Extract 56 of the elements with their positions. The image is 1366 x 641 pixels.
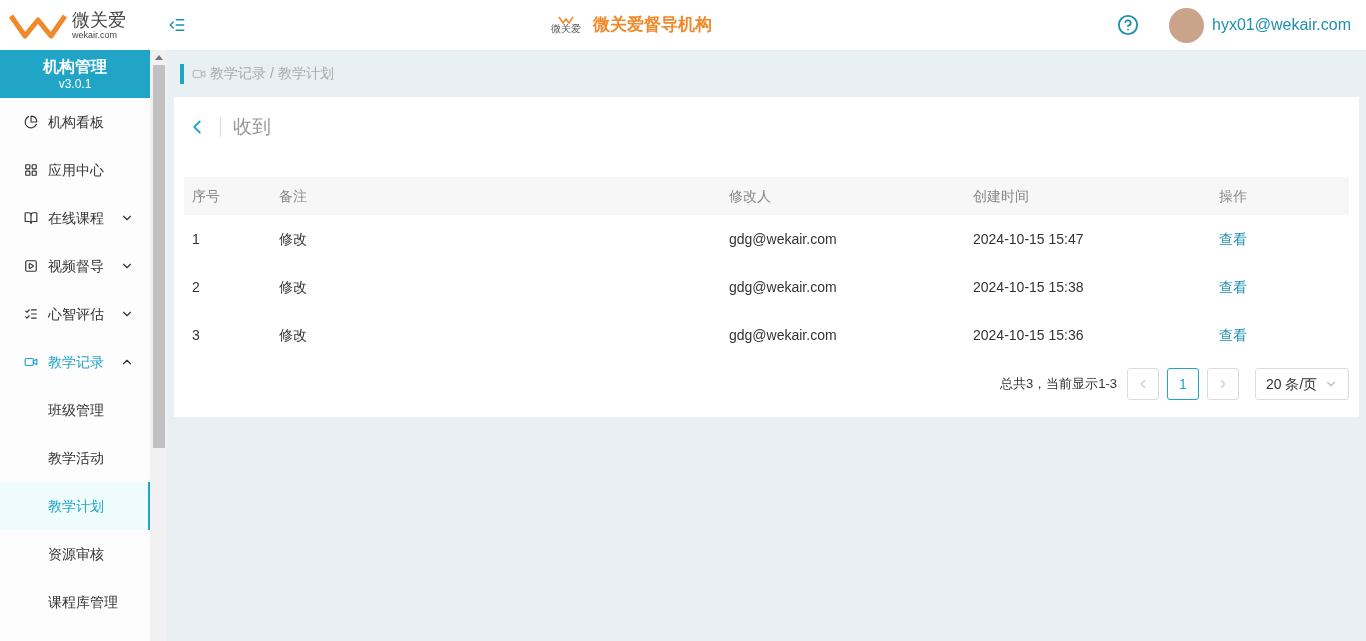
- sidebar-item[interactable]: 应用中心: [0, 146, 150, 194]
- table-cell-text: 1: [192, 229, 201, 249]
- table-cell-text: gdg@wekair.com: [729, 277, 838, 297]
- help-button[interactable]: [1117, 14, 1140, 36]
- grid-icon: [24, 163, 38, 177]
- video-camera-icon: [24, 355, 38, 369]
- scroll-up-icon[interactable]: [154, 55, 163, 60]
- breadcrumb: 教学记录 / 教学计划: [210, 64, 334, 83]
- app-title: 微关爱督导机构: [593, 14, 712, 37]
- pagination-summary: 总共3，当前显示1-3: [999, 375, 1117, 394]
- sidebar-title: 机构管理: [43, 56, 107, 77]
- brand-small-text: 微关爱: [551, 24, 581, 34]
- column-header: 创建时间: [973, 186, 1030, 206]
- avatar[interactable]: [1169, 7, 1205, 43]
- breadcrumb-marker: [180, 63, 184, 84]
- menu-collapse-button[interactable]: [168, 16, 186, 34]
- column-header: 修改人: [729, 186, 772, 206]
- book-icon: [24, 211, 38, 225]
- table-cell-text: gdg@wekair.com: [729, 229, 838, 249]
- table-cell-text: 2024-10-15 15:47: [973, 229, 1085, 249]
- page-size-select[interactable]: 20 条/页: [1255, 368, 1349, 400]
- list-icon: [24, 307, 38, 321]
- sidebar-item[interactable]: 机构看板: [0, 98, 150, 146]
- table-cell-text: 修改: [279, 325, 308, 345]
- sidebar-item[interactable]: 心智评估: [0, 290, 150, 338]
- view-link[interactable]: 查看: [1219, 324, 1341, 346]
- sidebar-subitem[interactable]: 班级管理: [0, 386, 150, 434]
- sidebar-subitem[interactable]: 资源审核: [0, 530, 150, 578]
- sidebar-subitem[interactable]: 课程库管理: [0, 578, 150, 626]
- sidebar-item[interactable]: 视频督导: [0, 242, 150, 290]
- column-header: 备注: [279, 186, 308, 206]
- pie-chart-icon: [24, 115, 38, 129]
- sidebar-subitem[interactable]: 教学活动: [0, 434, 150, 482]
- table-cell-text: 2: [192, 277, 201, 297]
- column-header: 序号: [192, 186, 221, 206]
- table-cell-text: 修改: [279, 277, 308, 297]
- table-cell-text: gdg@wekair.com: [729, 325, 838, 345]
- scrollbar[interactable]: [150, 50, 167, 641]
- prev-page-button[interactable]: [1127, 368, 1159, 400]
- view-link[interactable]: 查看: [1219, 228, 1341, 250]
- sidebar-item[interactable]: 在线课程: [0, 194, 150, 242]
- version-label: v3.0.1: [58, 76, 92, 92]
- brand-icon: [558, 16, 574, 24]
- column-header: 操作: [1219, 186, 1248, 206]
- table-cell-text: 2024-10-15 15:36: [973, 325, 1085, 345]
- scrollbar-thumb[interactable]: [152, 65, 165, 448]
- logo-domain: wekair.com: [72, 30, 118, 40]
- table-cell-text: 2024-10-15 15:38: [973, 277, 1085, 297]
- table-cell-text: 3: [192, 325, 201, 345]
- next-page-button[interactable]: [1207, 368, 1239, 400]
- user-email[interactable]: hyx01@wekair.com: [1212, 13, 1351, 37]
- table-cell-text: 修改: [279, 229, 308, 249]
- view-link[interactable]: 查看: [1219, 276, 1341, 298]
- page-title: 收到: [233, 114, 271, 139]
- play-icon: [24, 259, 38, 273]
- logo-text: 微关爱: [72, 10, 126, 29]
